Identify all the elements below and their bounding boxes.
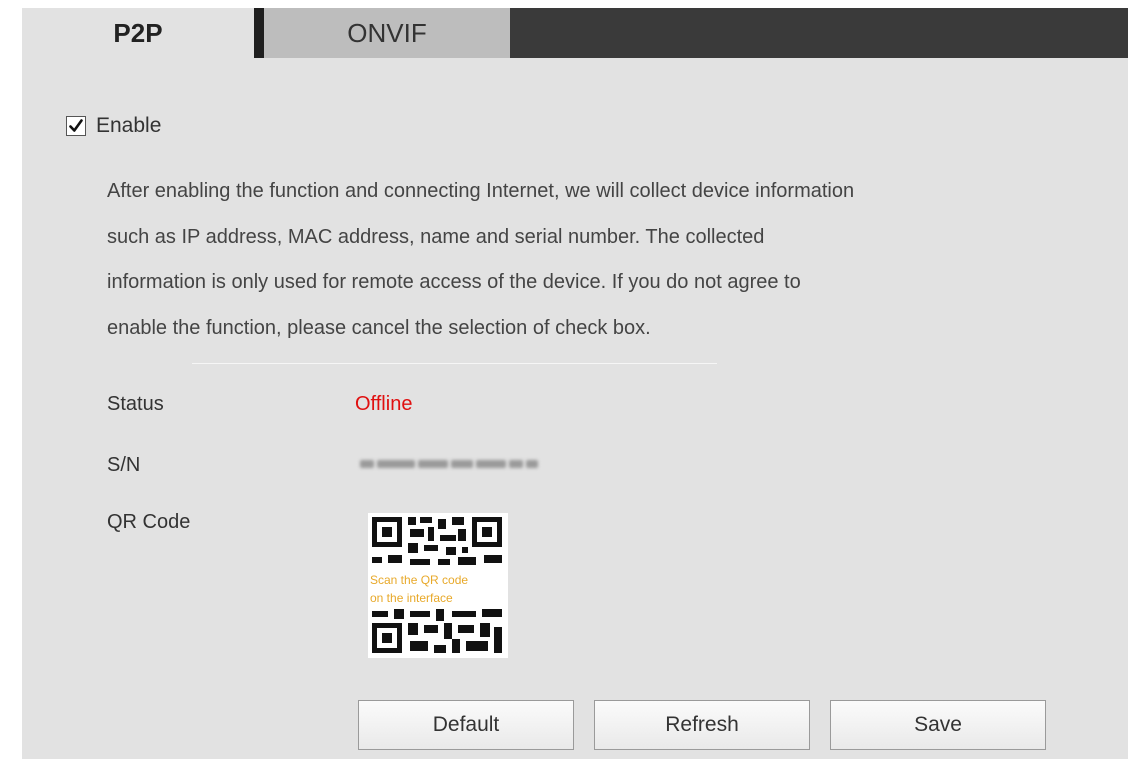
sn-label: S/N bbox=[107, 454, 141, 476]
p2p-settings-panel: P2P ONVIF Enable After enabling the func… bbox=[22, 8, 1128, 759]
notice-line: After enabling the function and connecti… bbox=[107, 180, 855, 202]
refresh-button[interactable]: Refresh bbox=[594, 700, 810, 750]
tab-bar: P2P ONVIF bbox=[22, 8, 1128, 58]
qr-bottom-pattern bbox=[372, 609, 502, 653]
enable-checkbox[interactable] bbox=[66, 116, 86, 136]
status-label: Status bbox=[107, 393, 164, 415]
notice-line: such as IP address, MAC address, name an… bbox=[107, 225, 765, 248]
default-button[interactable]: Default bbox=[358, 700, 574, 750]
qr-caption-line: Scan the QR code bbox=[370, 573, 469, 587]
enable-row: Enable bbox=[66, 114, 161, 138]
save-button[interactable]: Save bbox=[830, 700, 1046, 750]
privacy-notice: After enabling the function and connecti… bbox=[107, 169, 1067, 351]
enable-label[interactable]: Enable bbox=[96, 114, 161, 138]
sn-value-redacted bbox=[360, 456, 560, 472]
divider bbox=[192, 363, 717, 364]
tab-p2p[interactable]: P2P bbox=[22, 8, 254, 58]
qr-caption-line: on the interface bbox=[370, 591, 453, 605]
qr-code-caption: Scan the QR code on the interface bbox=[370, 571, 506, 607]
tab-separator bbox=[254, 8, 264, 58]
qr-code-label: QR Code bbox=[107, 511, 191, 533]
qr-top-pattern bbox=[372, 517, 502, 565]
status-value: Offline bbox=[355, 393, 413, 415]
notice-line: information is only used for remote acce… bbox=[107, 271, 801, 293]
checkmark-icon bbox=[69, 119, 83, 132]
tab-onvif[interactable]: ONVIF bbox=[264, 8, 510, 58]
notice-line: enable the function, please cancel the s… bbox=[107, 316, 651, 339]
qr-code-image: Scan the QR code on the interface bbox=[368, 513, 508, 658]
